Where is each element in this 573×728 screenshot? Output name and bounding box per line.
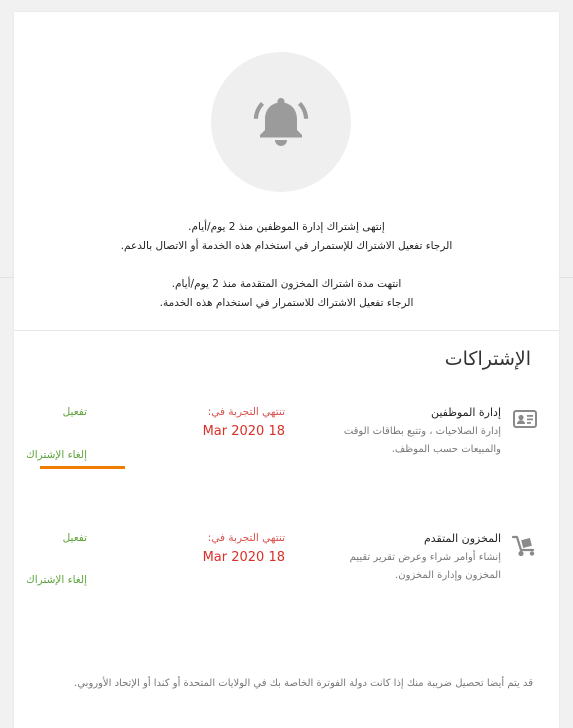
subscription-name: إدارة الموظفين xyxy=(430,406,501,419)
subscription-description: إنشاء أوامر شراء وعرض تقرير تقييم المخزو… xyxy=(349,552,501,581)
expiry-date: Mar 2020 18 xyxy=(202,550,285,565)
notification-text: انتهت مدة اشتراك المخزون المتقدمة منذ 2 … xyxy=(171,278,402,290)
expiry-label: تنتهي التجربة في: xyxy=(207,406,285,418)
bell-icon xyxy=(253,98,309,146)
notification-text: إنتهى إشتراك إدارة الموظفين منذ 2 يوم/أي… xyxy=(188,221,385,233)
notification-inventory-expired: انتهت مدة اشتراك المخزون المتقدمة منذ 2 … xyxy=(34,275,539,313)
cancel-subscription-button[interactable]: إلغاء الإشتراك xyxy=(26,574,87,586)
section-title: الإشتراكات xyxy=(444,348,531,370)
tax-footer-note: قد يتم أيضا تحصيل ضريبة منك إذا كانت دول… xyxy=(74,678,533,689)
notification-bell-circle xyxy=(211,52,351,192)
activate-button[interactable]: تفعيل xyxy=(63,406,87,418)
cancel-focus-underline xyxy=(40,466,125,469)
subscription-name: المخزون المتقدم xyxy=(423,532,501,545)
expiry-date: Mar 2020 18 xyxy=(202,424,285,439)
id-card-icon xyxy=(513,410,537,428)
notification-employees-expired: إنتهى إشتراك إدارة الموظفين منذ 2 يوم/أي… xyxy=(34,218,539,256)
subscriptions-card: إنتهى إشتراك إدارة الموظفين منذ 2 يوم/أي… xyxy=(14,12,559,728)
section-divider xyxy=(14,330,559,331)
activate-button[interactable]: تفعيل xyxy=(63,532,87,544)
cancel-subscription-button[interactable]: إلغاء الإشتراك xyxy=(26,449,87,461)
notification-text: الرجاء تفعيل الاشتراك للإستمرار في استخد… xyxy=(120,240,453,252)
subscription-description: إدارة الصلاحيات ، وتتبع بطاقات الوقت وال… xyxy=(343,426,501,455)
notification-text: الرجاء تفعيل الاشتراك للاستمرار في استخد… xyxy=(159,297,414,309)
hand-truck-icon xyxy=(511,535,535,557)
expiry-label: تنتهي التجربة في: xyxy=(207,532,285,544)
